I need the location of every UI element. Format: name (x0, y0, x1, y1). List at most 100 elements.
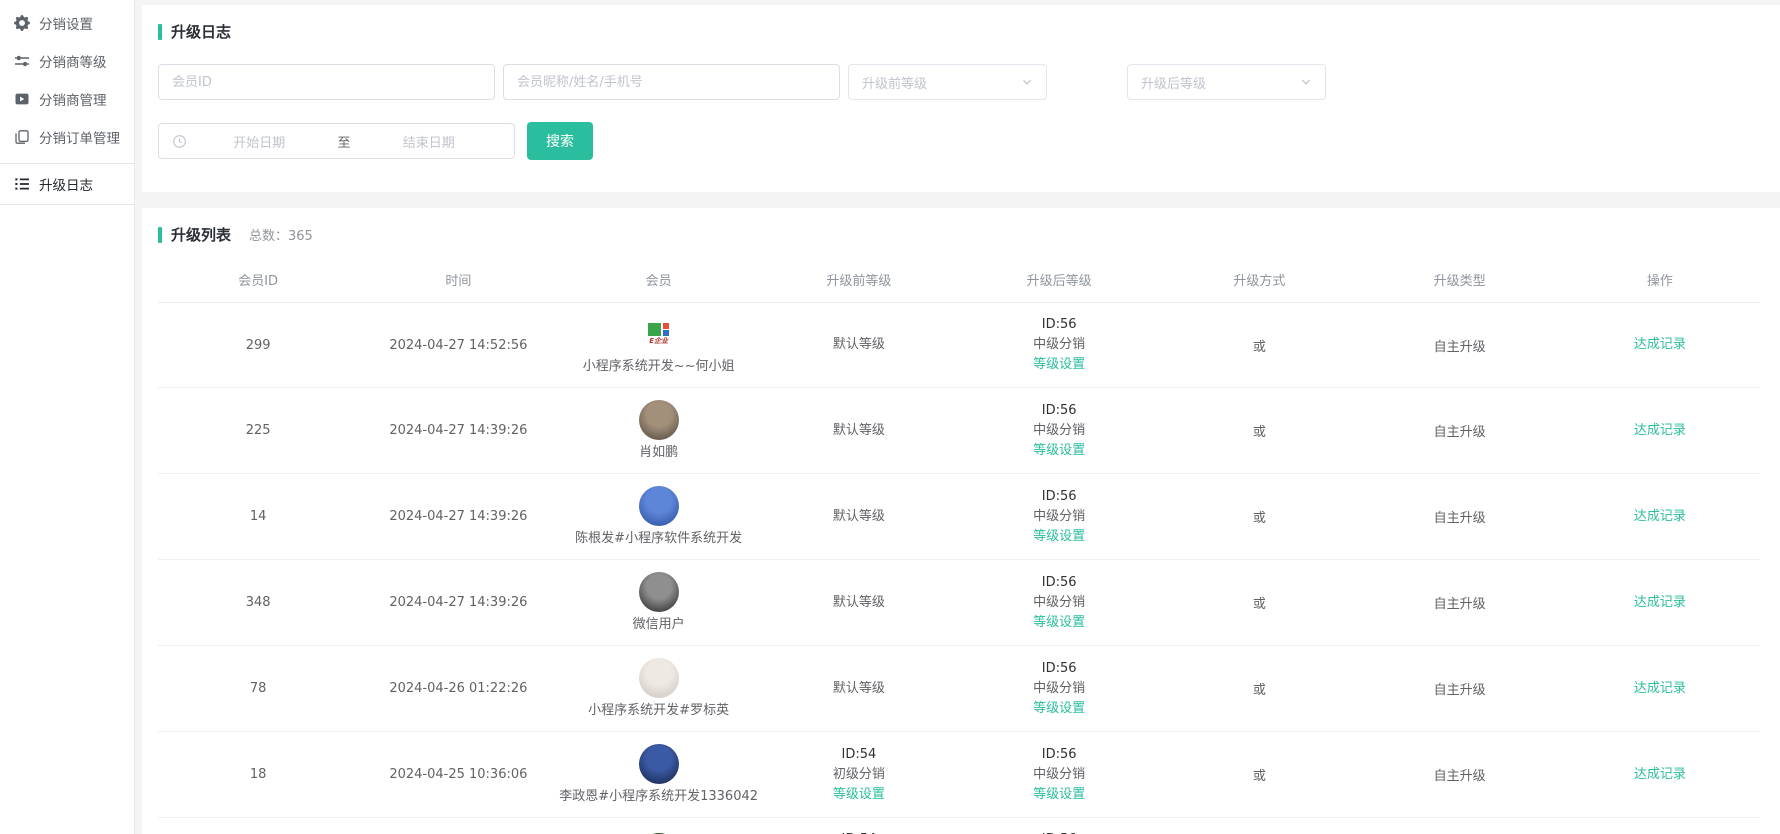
logo-label: E企业 (649, 337, 668, 347)
achieve-record-link[interactable]: 达成记录 (1634, 765, 1686, 785)
member-avatar (639, 744, 679, 784)
level-name: 中级分销 (959, 593, 1159, 613)
level-id: ID:54 (759, 745, 959, 765)
total-count: 总数：365 (249, 225, 313, 244)
sidebar-item-upgrade-log[interactable]: 升级日志 (0, 163, 134, 205)
level-after-cell: ID:56中级分销等级设置 (959, 646, 1159, 732)
title-accent-bar (158, 227, 162, 243)
actions-cell: 达成记录 (1560, 474, 1760, 560)
level-id: ID:56 (959, 315, 1159, 335)
time-cell: 2024-04-27 14:39:26 (358, 474, 558, 560)
search-form-row-1: 升级前等级 升级后等级 (158, 64, 1760, 100)
member-name: 小程序系统开发~~何小姐 (559, 358, 759, 375)
clock-icon (172, 134, 187, 149)
list-icon (14, 176, 30, 192)
achieve-record-link[interactable]: 达成记录 (1634, 593, 1686, 613)
member-id-input[interactable] (158, 64, 495, 100)
search-button[interactable]: 搜索 (527, 122, 593, 160)
upgrade-method-cell: 或 (1159, 732, 1359, 818)
upgrade-method-cell: 或 (1159, 388, 1359, 474)
search-panel: 升级日志 升级前等级 升级后等级 开始日期 至 结束 (142, 5, 1780, 192)
sidebar-item-distributor-management[interactable]: 分销商管理 (0, 80, 134, 118)
member-id-cell: 225 (158, 388, 358, 474)
member-cell: 陈根发#小程序软件系统开发 (559, 474, 759, 560)
level-setting-link[interactable]: 等级设置 (1033, 441, 1085, 461)
time-cell (358, 818, 558, 834)
level-setting-link[interactable]: 等级设置 (1033, 699, 1085, 719)
achieve-record-link[interactable]: 达成记录 (1634, 421, 1686, 441)
level-before-select[interactable]: 升级前等级 (848, 64, 1047, 100)
title-accent-bar (158, 24, 162, 40)
level-before-select-placeholder: 升级前等级 (862, 73, 927, 92)
table-row: 225 2024-04-27 14:39:26 肖如鹏 默认等级 ID:56中级… (158, 388, 1760, 474)
level-name: 中级分销 (959, 421, 1159, 441)
achieve-record-link[interactable]: 达成记录 (1634, 335, 1686, 355)
time-cell: 2024-04-26 01:22:26 (358, 646, 558, 732)
search-form-row-2: 开始日期 至 结束日期 搜索 (158, 122, 1760, 160)
level-setting-link[interactable]: 等级设置 (1033, 355, 1085, 375)
level-id: ID:56 (959, 573, 1159, 593)
level-after-select-placeholder: 升级后等级 (1141, 73, 1206, 92)
member-cell: 微信用户 (559, 560, 759, 646)
level-name: 中级分销 (959, 765, 1159, 785)
date-separator: 至 (332, 132, 357, 151)
level-setting-link[interactable]: 等级设置 (1033, 785, 1085, 805)
level-before-cell: ID:54初级分销等级设置 (759, 818, 959, 834)
level-before-cell: 默认等级 (759, 474, 959, 560)
col-upgrade-method: 升级方式 (1159, 257, 1359, 303)
member-name: 李政恩#小程序系统开发1336042 (559, 788, 759, 805)
actions-cell: 达成记录 (1560, 303, 1760, 388)
level-name: 默认等级 (759, 335, 959, 355)
upgrade-method-cell: 或 (1159, 560, 1359, 646)
member-cell: 小程序系统开发#罗标英 (559, 646, 759, 732)
achieve-record-link[interactable]: 达成记录 (1634, 679, 1686, 699)
time-cell: 2024-04-27 14:52:56 (358, 303, 558, 388)
member-name: 小程序系统开发#罗标英 (559, 702, 759, 719)
member-cell: E企业 小程序系统开发~~何小姐 (559, 303, 759, 388)
actions-cell: 达成记录 (1560, 818, 1760, 834)
table-row: ID:54初级分销等级设置 ID:56中级分销等级设置 或 自主升级 达成记录 (158, 818, 1760, 834)
sidebar-item-label: 分销商管理 (39, 89, 107, 109)
level-after-select[interactable]: 升级后等级 (1127, 64, 1326, 100)
sidebar-item-label: 升级日志 (39, 174, 93, 194)
level-setting-link[interactable]: 等级设置 (1033, 527, 1085, 547)
member-avatar (639, 658, 679, 698)
level-before-cell: ID:54初级分销等级设置 (759, 732, 959, 818)
col-member: 会员 (559, 257, 759, 303)
level-after-cell: ID:56中级分销等级设置 (959, 732, 1159, 818)
level-before-cell: 默认等级 (759, 560, 959, 646)
level-before-cell: 默认等级 (759, 646, 959, 732)
level-setting-link[interactable]: 等级设置 (1033, 613, 1085, 633)
level-name: 中级分销 (959, 679, 1159, 699)
member-id-cell: 348 (158, 560, 358, 646)
actions-cell: 达成记录 (1560, 732, 1760, 818)
member-name: 陈根发#小程序软件系统开发 (559, 530, 759, 547)
table-row: 299 2024-04-27 14:52:56 E企业 小程序系统开发~~何小姐… (158, 303, 1760, 388)
level-name: 默认等级 (759, 593, 959, 613)
upgrade-method-cell: 或 (1159, 474, 1359, 560)
member-name-input[interactable] (503, 64, 840, 100)
level-after-cell: ID:56中级分销等级设置 (959, 303, 1159, 388)
member-avatar (639, 572, 679, 612)
sidebar-item-distribution-settings[interactable]: 分销设置 (0, 4, 134, 42)
date-range-input[interactable]: 开始日期 至 结束日期 (158, 123, 515, 159)
copy-icon (14, 129, 30, 145)
upgrade-type-cell: 自主升级 (1360, 474, 1560, 560)
sidebar-item-order-management[interactable]: 分销订单管理 (0, 118, 134, 156)
sidebar-item-label: 分销商等级 (39, 51, 107, 71)
table-row: 348 2024-04-27 14:39:26 微信用户 默认等级 ID:56中… (158, 560, 1760, 646)
member-name: 微信用户 (559, 616, 759, 633)
actions-cell: 达成记录 (1560, 560, 1760, 646)
actions-cell: 达成记录 (1560, 388, 1760, 474)
time-cell: 2024-04-27 14:39:26 (358, 388, 558, 474)
upgrade-type-cell: 自主升级 (1360, 388, 1560, 474)
level-id: ID:56 (959, 487, 1159, 507)
achieve-record-link[interactable]: 达成记录 (1634, 507, 1686, 527)
sidebar-item-distributor-level[interactable]: 分销商等级 (0, 42, 134, 80)
upgrade-type-cell: 自主升级 (1360, 560, 1560, 646)
level-before-cell: 默认等级 (759, 303, 959, 388)
member-avatar (639, 400, 679, 440)
table-row: 78 2024-04-26 01:22:26 小程序系统开发#罗标英 默认等级 … (158, 646, 1760, 732)
chevron-down-icon (1300, 76, 1312, 88)
level-setting-link[interactable]: 等级设置 (833, 785, 885, 805)
